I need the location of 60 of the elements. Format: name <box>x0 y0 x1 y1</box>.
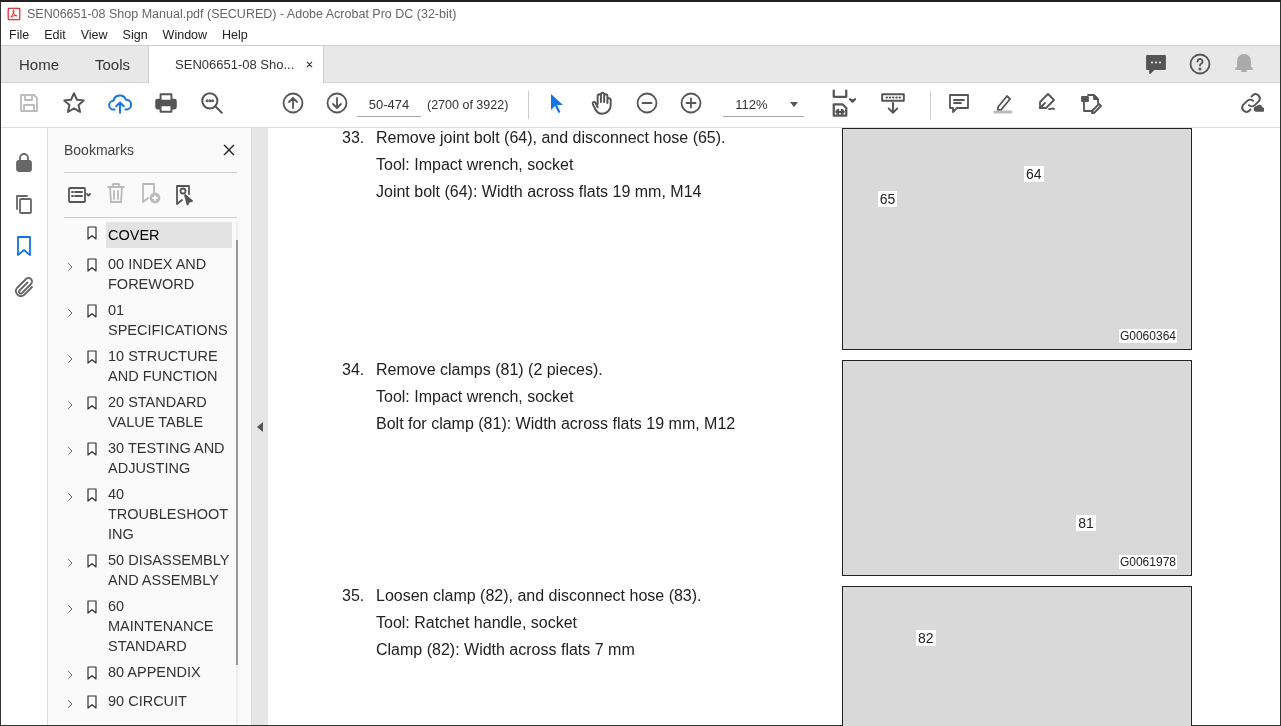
step-text: Clamp (82): Width across flats 7 mm <box>376 641 636 659</box>
step-text: Joint bolt (64): Width across flats 19 mm, M14 <box>376 183 703 201</box>
window-title: SEN06651-08 Shop Manual.pdf (SECURED) - Adobe Acrobat Pro DC (32-bit) <box>27 6 457 21</box>
menu-item[interactable]: File <box>1 28 37 42</box>
document-tab[interactable]: SEN06651-08 Sho... <box>148 46 325 83</box>
step-text: Bolt for clamp (81): Width across flats 19 mm, M12 <box>376 415 737 433</box>
page-number-field[interactable]: 50-474 <box>357 93 421 117</box>
step-text: Tool: Impact wrench, socket <box>376 388 575 406</box>
zoom-out-icon[interactable] <box>635 91 660 115</box>
figure-id: G0060364 <box>1118 329 1177 343</box>
step-text: Remove joint bolt (64), and disconnect hose (65). <box>376 129 727 147</box>
figure-id: G0061978 <box>1118 555 1177 569</box>
arrow-up-icon[interactable] <box>281 91 305 115</box>
bookmark-item[interactable]: 80 APPENDIX <box>106 662 232 682</box>
menu-item[interactable]: Sign <box>114 28 155 42</box>
step-text: Tool: Ratchet handle, socket <box>376 614 578 632</box>
page-count: (2700 of 3922) <box>427 98 509 112</box>
pdf-app-icon <box>7 6 21 21</box>
bookmark-item[interactable]: 00 INDEX AND FOREWORD <box>106 254 232 294</box>
callout-label: 82 <box>916 630 936 647</box>
step-number: 35. <box>342 586 366 606</box>
step-number: 34. <box>342 360 366 380</box>
step-number: 33. <box>342 128 366 148</box>
bookmark-item[interactable]: 60 MAINTENANCE STANDARD <box>106 596 232 656</box>
nav-tab[interactable]: Tools <box>77 46 149 82</box>
bookmark-item[interactable]: 50 DISASSEMBLY AND ASSEMBLY <box>106 550 232 590</box>
menu-item[interactable]: Help <box>214 28 255 42</box>
search-icon[interactable] <box>199 90 225 116</box>
menu-item[interactable]: Edit <box>36 28 73 42</box>
zoom-dropdown[interactable]: 112% <box>723 93 804 117</box>
callout-label: 64 <box>1023 166 1044 183</box>
bookmark-item[interactable]: 20 STANDARD VALUE TABLE <box>106 392 232 432</box>
help-icon[interactable] <box>1188 52 1212 76</box>
edit-document-icon[interactable] <box>1078 91 1103 115</box>
scrollbar-thumb[interactable] <box>236 240 238 665</box>
arrow-down-icon[interactable] <box>325 91 349 115</box>
star-icon[interactable] <box>61 90 87 116</box>
bookmark-item[interactable]: 40 TROUBLESHOOTING <box>106 484 232 544</box>
share-link-icon[interactable] <box>1238 90 1264 116</box>
nav-tab[interactable]: Home <box>1 46 77 82</box>
step-text: Loosen clamp (82), and disconnect hose (83). <box>376 587 703 605</box>
zoom-in-icon[interactable] <box>679 91 704 115</box>
bookmark-item[interactable]: 01 SPECIFICATIONS <box>106 300 232 340</box>
bookmark-item[interactable]: 90 CIRCUIT <box>106 691 232 711</box>
close-icon[interactable] <box>221 142 237 158</box>
scroll-mode-icon[interactable] <box>879 90 906 116</box>
bookmark-item[interactable]: 30 TESTING AND ADJUSTING <box>106 438 232 478</box>
menu-item[interactable]: Window <box>154 28 215 42</box>
bookmark-item[interactable]: 10 STRUCTURE AND FUNCTION <box>106 346 232 386</box>
menu-item[interactable]: View <box>72 28 115 42</box>
comment-icon[interactable] <box>946 91 971 115</box>
callout-label: 65 <box>877 190 898 207</box>
print-icon[interactable] <box>153 90 179 116</box>
paperclip-icon[interactable] <box>12 276 36 300</box>
panel-title: Bookmarks <box>64 142 135 158</box>
step-text: Remove clamps (81) (2 pieces). <box>376 361 604 379</box>
callout-label: 81 <box>1076 515 1096 532</box>
chat-icon[interactable] <box>1144 52 1168 76</box>
bookmark-item[interactable]: COVER <box>106 222 232 248</box>
step-text: Tool: Impact wrench, socket <box>376 156 575 174</box>
